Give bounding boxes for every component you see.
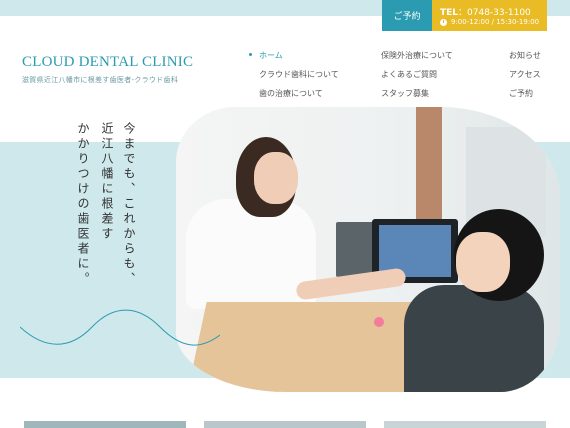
nav-active-dot-icon (249, 53, 252, 56)
hero-photo-monitor (336, 222, 376, 277)
nav-news[interactable]: お知らせ (509, 50, 541, 61)
nav-home[interactable]: ホーム (259, 50, 283, 61)
hero-photo-child-body (404, 285, 544, 392)
decorative-wave-icon (20, 309, 220, 346)
nav-reserve[interactable]: ご予約 (509, 88, 533, 99)
header-reserve-label: ご予約 (393, 12, 421, 22)
nav-treatment[interactable]: 歯の治療について (259, 88, 323, 99)
opening-hours: 9:00-12:00 / 15:30-19:00 (451, 18, 540, 26)
hero-photo-child-face (456, 232, 510, 292)
clock-icon (440, 18, 447, 26)
nav-access[interactable]: アクセス (509, 69, 541, 80)
content-thumbnail[interactable] (204, 421, 366, 428)
hero-photo (176, 107, 560, 392)
phone-number: ：0748-33-1100 (458, 8, 531, 18)
clinic-tagline: 滋賀県近江八幡市に根差す歯医者-クラウド歯科 (22, 76, 179, 84)
clinic-logo[interactable]: CLOUD DENTAL CLINIC (22, 54, 193, 71)
phone-line: TEL：0748-33-1100 (440, 5, 531, 18)
hero-copy-line-2: 近江八幡に根差す (100, 122, 114, 242)
nav-insurance[interactable]: 保険外治療について (381, 50, 453, 61)
content-thumbnail[interactable] (384, 421, 546, 428)
nav-faq[interactable]: よくあるご質問 (381, 69, 437, 80)
hours-line: 9:00-12:00 / 15:30-19:00 (440, 18, 539, 26)
header-reserve-button[interactable]: ご予約 (382, 0, 432, 31)
phone-label: TEL (440, 8, 459, 18)
hero-copy-line-1: 今までも、これからも、 (122, 122, 136, 287)
hero-copy-line-3: かかりつけの歯医者に。 (76, 122, 90, 287)
hero-photo-tooth-toy (374, 317, 384, 327)
content-thumbnail[interactable] (24, 421, 186, 428)
hero-photo-dentist-face (254, 152, 298, 204)
nav-recruit[interactable]: スタッフ募集 (381, 88, 429, 99)
nav-about[interactable]: クラウド歯科について (259, 69, 339, 80)
phone-box[interactable]: TEL：0748-33-1100 9:00-12:00 / 15:30-19:0… (432, 0, 547, 31)
